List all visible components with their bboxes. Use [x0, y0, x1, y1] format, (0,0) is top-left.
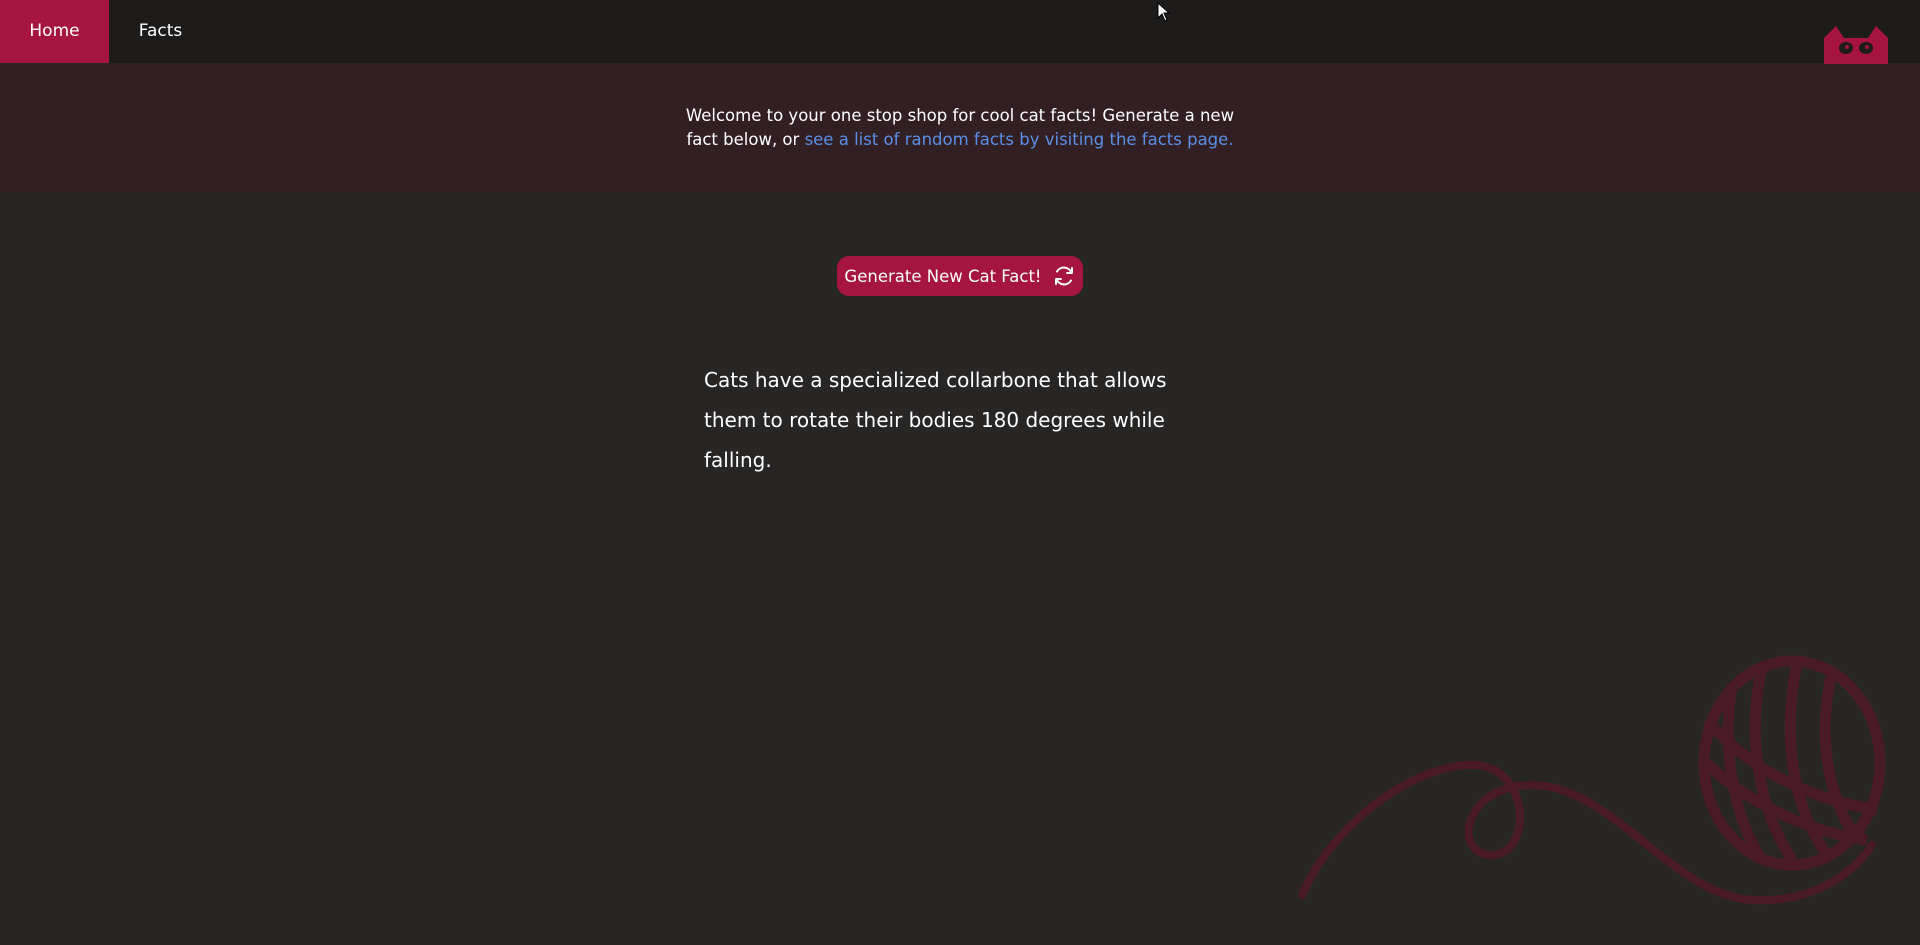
yarn-ball-icon [1298, 655, 1886, 905]
navbar: Home Facts [0, 0, 1920, 64]
cat-fact-text: Cats have a specialized collarbone that … [704, 368, 1167, 472]
nav-facts-link[interactable]: Facts [109, 0, 212, 63]
mouse-cursor-icon [1157, 2, 1171, 22]
generate-button-label: Generate New Cat Fact! [844, 266, 1042, 286]
nav-home-link[interactable]: Home [0, 0, 109, 63]
cat-head-icon [1824, 26, 1888, 64]
generate-fact-button[interactable]: Generate New Cat Fact! [837, 256, 1083, 296]
refresh-icon [1054, 266, 1073, 286]
facts-page-link[interactable]: see a list of random facts by visiting t… [805, 130, 1234, 149]
welcome-message: Welcome to your one stop shop for cool c… [682, 104, 1238, 152]
